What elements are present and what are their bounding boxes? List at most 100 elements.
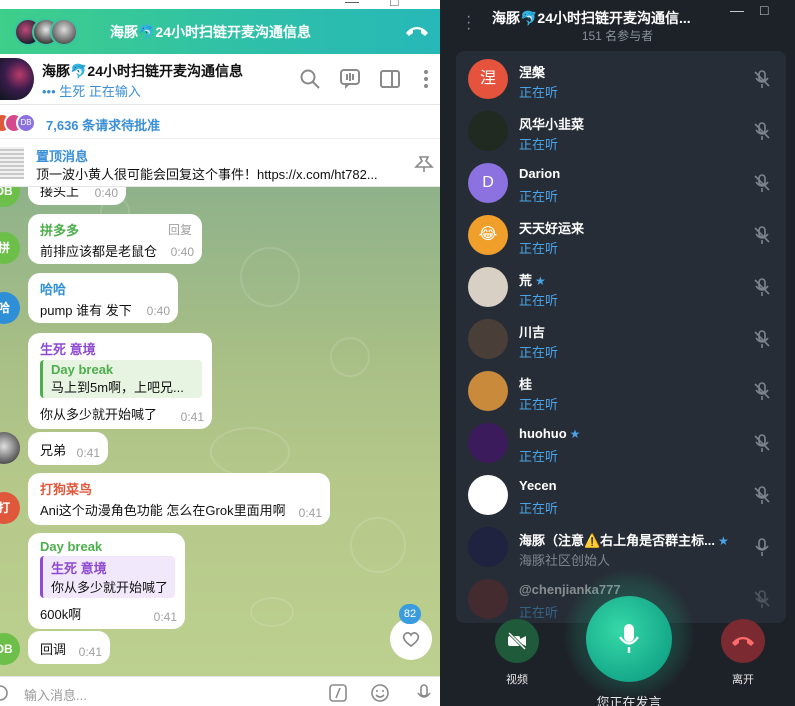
participant-status: 正在听: [519, 501, 559, 516]
message-input[interactable]: 输入消息...: [24, 685, 87, 704]
participant-row[interactable]: 风华小韭菜 正在听: [456, 105, 786, 157]
message-bubble[interactable]: 生死 意境 Day break 马上到5m啊，上吧兄... 你从多少就开始喊了 …: [28, 333, 212, 429]
microphone-icon[interactable]: [414, 683, 434, 703]
pin-list-icon[interactable]: [412, 153, 436, 173]
microphone-icon: [752, 537, 772, 557]
message-feed[interactable]: DB 接头上 0:40 拼 拼多多 前排应该都是老鼠仓 回复 0:40 哈 哈哈…: [0, 187, 440, 676]
participant-row[interactable]: D Darion 正在听: [456, 157, 786, 209]
message-text: Ani这个动漫角色功能 怎么在Grok里面用啊: [40, 503, 286, 518]
message-bubble[interactable]: 兄弟 0:41: [28, 432, 108, 465]
avatar[interactable]: 😂: [468, 215, 508, 255]
participant-status: 正在听: [519, 345, 559, 360]
message-time: 0:40: [94, 187, 118, 200]
maximize-button[interactable]: □: [760, 2, 768, 18]
active-call-bar[interactable]: 海豚🐬24小时扫链开麦沟通信息: [0, 9, 440, 54]
pinned-text: 顶一波小黄人很可能会回复这个事件！https://x.com/ht782...: [36, 167, 378, 182]
pinned-message-bar[interactable]: 置顶消息 顶一波小黄人很可能会回复这个事件！https://x.com/ht78…: [0, 139, 440, 187]
avatar[interactable]: [468, 475, 508, 515]
chat-window: — □ 海豚🐬24小时扫链开麦沟通信息 海豚🐬24小时扫链开麦沟通信息 ••• …: [0, 0, 440, 706]
participant-name: Darion: [519, 166, 560, 181]
premium-star-icon: ★: [569, 427, 581, 441]
leave-label: 离开: [732, 674, 754, 686]
avatar[interactable]: 拼: [0, 232, 20, 264]
minimize-button[interactable]: —: [730, 2, 744, 18]
video-label: 视频: [506, 674, 528, 686]
participant-row[interactable]: 荒 ★ 正在听: [456, 261, 786, 313]
participant-status: 正在听: [519, 449, 559, 464]
participant-row[interactable]: 😂 天天好运来正在听: [456, 209, 786, 261]
chat-header[interactable]: 海豚🐬24小时扫链开麦沟通信息 ••• 生死 正在输入: [0, 54, 440, 105]
message-time: 0:41: [180, 410, 204, 424]
message-bubble[interactable]: Day break 生死 意境 你从多少就开始喊了 600k啊 0:41: [28, 533, 185, 629]
participant-status: 正在听: [519, 293, 559, 308]
reply-quote[interactable]: 生死 意境 你从多少就开始喊了: [40, 556, 175, 598]
participant-status: 正在听: [519, 397, 559, 412]
more-options-icon[interactable]: [415, 68, 437, 90]
participant-status: 正在听: [519, 241, 559, 256]
avatar[interactable]: D: [468, 163, 508, 203]
reactions-button[interactable]: 82: [390, 604, 432, 660]
participant-row[interactable]: 川吉 正在听: [456, 313, 786, 365]
avatar[interactable]: [468, 267, 508, 307]
participant-name: 天天好运来: [519, 218, 584, 237]
sender-name[interactable]: 生死 意境: [40, 339, 202, 358]
commands-icon[interactable]: [328, 683, 348, 703]
message-time: 0:41: [76, 446, 100, 460]
voice-chat-icon[interactable]: [339, 68, 361, 90]
avatar[interactable]: [468, 371, 508, 411]
avatar: DB: [16, 113, 36, 133]
microphone-muted-icon: [752, 173, 772, 193]
avatar[interactable]: [468, 527, 508, 567]
participant-row[interactable]: huohuo ★ 正在听: [456, 417, 786, 469]
avatar[interactable]: DB: [0, 633, 20, 665]
message-composer[interactable]: 输入消息...: [0, 676, 440, 706]
participant-row[interactable]: 海豚（注意⚠️右上角是否群主标... ★ 海豚社区创始人: [456, 521, 786, 573]
reply-quote[interactable]: Day break 马上到5m啊，上吧兄...: [40, 360, 202, 398]
attach-icon[interactable]: [0, 683, 10, 703]
microphone-muted-icon: [752, 485, 772, 505]
participant-name-text: huohuo: [519, 426, 567, 441]
avatar[interactable]: 涅: [468, 59, 508, 99]
avatar: [50, 18, 78, 46]
video-button[interactable]: [495, 619, 539, 663]
leave-button[interactable]: [721, 619, 765, 663]
reply-sender: Day break: [51, 362, 114, 377]
sender-name[interactable]: 打狗菜鸟: [40, 479, 320, 498]
message-bubble[interactable]: 接头上 0:40: [28, 187, 126, 205]
participant-status: 正在听: [519, 137, 559, 152]
speak-button[interactable]: [586, 596, 672, 682]
hangup-icon[interactable]: [404, 20, 430, 42]
message-bubble[interactable]: 打狗菜鸟 Ani这个动漫角色功能 怎么在Grok里面用啊 0:41: [28, 473, 330, 525]
participant-name-text: 荒: [519, 273, 533, 288]
avatar[interactable]: 打: [0, 492, 20, 524]
participant-row[interactable]: 桂正在听: [456, 365, 786, 417]
message-bubble[interactable]: 拼多多 前排应该都是老鼠仓 回复 0:40: [28, 214, 202, 264]
avatar[interactable]: [0, 432, 20, 464]
message-bubble[interactable]: 哈哈 pump 谁有 发下 0:40: [28, 273, 178, 323]
participant-list[interactable]: 涅涅槃 正在听 风华小韭菜 正在听 D Darion 正在听 😂 天天好运来 正在听荒 ★ 正在听 川吉…: [456, 51, 786, 623]
emoji-icon[interactable]: [370, 683, 390, 703]
avatar[interactable]: DB: [0, 187, 20, 207]
call-title: 海豚🐬24小时扫链开麦沟通信息: [110, 24, 312, 40]
join-requests-bar[interactable]: DB 7,636 条请求待批准: [0, 106, 440, 139]
chat-title: 海豚🐬24小时扫链开麦沟通信息: [42, 63, 244, 79]
participant-status: 正在听: [519, 85, 559, 100]
minimize-button[interactable]: —: [345, 0, 359, 9]
avatar[interactable]: [468, 111, 508, 151]
sidebar-toggle-icon[interactable]: [379, 68, 401, 90]
avatar[interactable]: [468, 319, 508, 359]
avatar[interactable]: 哈: [0, 292, 20, 324]
search-icon[interactable]: [299, 68, 321, 90]
group-avatar[interactable]: [0, 58, 34, 100]
participant-row[interactable]: 涅涅槃 正在听: [456, 53, 786, 105]
sender-name[interactable]: Day break: [40, 539, 175, 554]
hangup-icon: [732, 637, 754, 646]
message-time: 0:41: [298, 506, 322, 520]
sender-name[interactable]: 哈哈: [40, 279, 168, 298]
avatar[interactable]: [468, 423, 508, 463]
pinned-thumbnail: [0, 147, 24, 179]
maximize-button[interactable]: □: [390, 0, 398, 9]
unread-badge: 82: [399, 604, 421, 624]
participant-row[interactable]: Yecen 正在听: [456, 469, 786, 521]
message-bubble[interactable]: 回调 0:41: [28, 631, 110, 664]
